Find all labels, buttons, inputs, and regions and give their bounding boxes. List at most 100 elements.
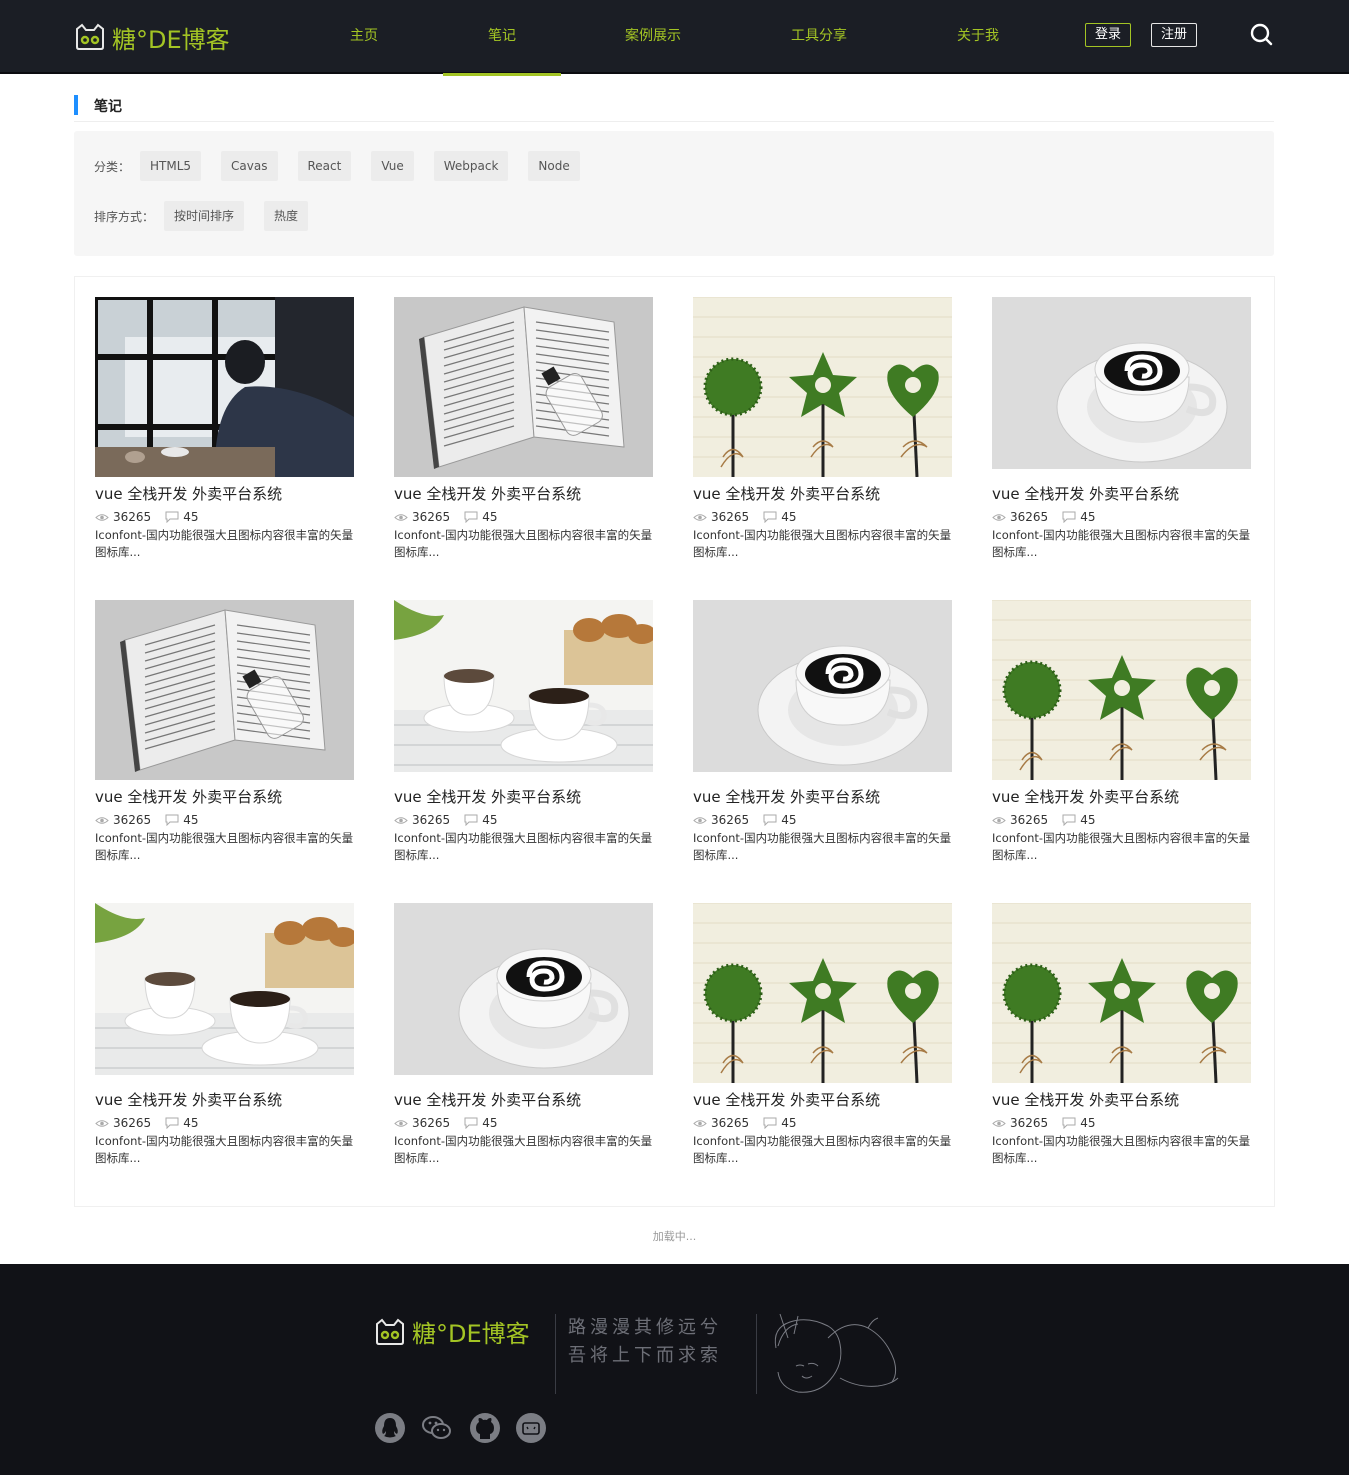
view-count: 36265 [1010,813,1049,827]
brand-name: 糖°DE博客 [112,25,230,54]
article-title[interactable]: vue 全栈开发 外卖平台系统 [394,786,581,807]
article-meta: 36265 45 [95,1116,198,1130]
article-title[interactable]: vue 全栈开发 外卖平台系统 [394,1089,581,1110]
category-chip-cavas[interactable]: Cavas [221,151,278,181]
article-thumbnail[interactable] [394,600,653,772]
category-filter-row: 分类： HTML5 Cavas React Vue Webpack Node [94,151,600,181]
nav-cases[interactable]: 案例展示 [620,0,686,74]
article-thumbnail[interactable] [394,297,653,477]
register-button[interactable]: 注册 [1151,23,1197,47]
category-chip-webpack[interactable]: Webpack [433,151,509,181]
article-title[interactable]: vue 全栈开发 外卖平台系统 [992,786,1179,807]
article-description: Iconfont-国内功能很强大且图标内容很丰富的矢量图标库... [95,831,354,862]
article-card[interactable]: vue 全栈开发 外卖平台系统 36265 45 Iconfont-国内功能很强大… [992,903,1252,1173]
category-chip-vue[interactable]: Vue [371,151,414,181]
article-title[interactable]: vue 全栈开发 外卖平台系统 [394,483,581,504]
article-thumbnail[interactable] [693,903,952,1083]
article-card[interactable]: vue 全栈开发 外卖平台系统 36265 45 Iconfont-国内功能很强大… [95,297,355,567]
view-count: 36265 [412,813,451,827]
article-title[interactable]: vue 全栈开发 外卖平台系统 [693,483,880,504]
category-chip-react[interactable]: React [297,151,352,181]
article-title[interactable]: vue 全栈开发 外卖平台系统 [95,1089,282,1110]
article-card[interactable]: vue 全栈开发 外卖平台系统 36265 45 Iconfont-国内功能很强大… [394,903,654,1173]
article-title[interactable]: vue 全栈开发 外卖平台系统 [95,483,282,504]
article-card[interactable]: vue 全栈开发 外卖平台系统 36265 45 Iconfont-国内功能很强大… [394,600,654,870]
comment-count: 45 [1080,510,1096,524]
comment-icon [464,511,478,523]
article-card[interactable]: vue 全栈开发 外卖平台系统 36265 45 Iconfont-国内功能很强大… [693,297,953,567]
view-count: 36265 [113,1116,152,1130]
article-title[interactable]: vue 全栈开发 外卖平台系统 [992,1089,1179,1110]
comment-count: 45 [781,1116,797,1130]
bilibili-icon[interactable] [515,1412,547,1444]
nav-home[interactable]: 主页 [343,0,385,74]
article-card[interactable]: vue 全栈开发 外卖平台系统 36265 45 Iconfont-国内功能很强大… [394,297,654,567]
nav-about[interactable]: 关于我 [952,0,1004,74]
article-thumbnail[interactable] [95,297,354,477]
article-title[interactable]: vue 全栈开发 外卖平台系统 [693,786,880,807]
comment-count: 45 [1080,1116,1096,1130]
view-count: 36265 [1010,510,1049,524]
views-icon [693,816,707,824]
poem-line-1: 路漫漫其修远兮 [568,1317,722,1338]
view-count: 36265 [412,510,451,524]
article-thumbnail[interactable] [394,903,653,1075]
sort-by-hot-chip[interactable]: 热度 [264,201,309,231]
article-thumbnail[interactable] [992,600,1251,780]
category-chip-html5[interactable]: HTML5 [140,151,202,181]
views-icon [992,1119,1006,1127]
footer-cat-logo-icon [376,1318,404,1345]
nav-tools[interactable]: 工具分享 [786,0,852,74]
nav-notes[interactable]: 笔记 [443,0,561,76]
views-icon [95,1119,109,1127]
section-title: 笔记 [94,99,122,115]
article-card[interactable]: vue 全栈开发 外卖平台系统 36265 45 Iconfont-国内功能很强大… [992,297,1252,567]
footer-logo[interactable]: 糖°DE博客 [374,1314,530,1349]
views-icon [992,513,1006,521]
top-nav-bar: 糖°DE博客 主页 笔记 案例展示 工具分享 关于我 登录 注册 [0,0,1349,76]
article-card[interactable]: vue 全栈开发 外卖平台系统 36265 45 Iconfont-国内功能很强大… [693,600,953,870]
article-grid: vue 全栈开发 外卖平台系统 36265 45 Iconfont-国内功能很强大… [74,276,1275,1207]
article-thumbnail[interactable] [992,297,1251,469]
views-icon [95,816,109,824]
article-description: Iconfont-国内功能很强大且图标内容很丰富的矢量图标库... [693,831,952,862]
article-description: Iconfont-国内功能很强大且图标内容很丰富的矢量图标库... [693,528,952,559]
github-icon[interactable] [469,1412,501,1444]
comment-icon [165,814,179,826]
site-logo[interactable]: 糖°DE博客 [74,20,230,54]
article-card[interactable]: vue 全栈开发 外卖平台系统 36265 45 Iconfont-国内功能很强大… [95,600,355,870]
category-chip-node[interactable]: Node [528,151,580,181]
article-description: Iconfont-国内功能很强大且图标内容很丰富的矢量图标库... [95,528,354,559]
qq-icon[interactable] [374,1412,406,1444]
wechat-icon[interactable] [421,1412,453,1444]
article-card[interactable]: vue 全栈开发 外卖平台系统 36265 45 Iconfont-国内功能很强大… [693,903,953,1173]
article-meta: 36265 45 [394,813,497,827]
comment-count: 45 [1080,813,1096,827]
article-meta: 36265 45 [992,510,1095,524]
article-description: Iconfont-国内功能很强大且图标内容很丰富的矢量图标库... [992,831,1251,862]
article-description: Iconfont-国内功能很强大且图标内容很丰富的矢量图标库... [394,831,653,862]
sort-by-time-chip[interactable]: 按时间排序 [164,201,245,231]
article-thumbnail[interactable] [992,903,1251,1083]
article-title[interactable]: vue 全栈开发 外卖平台系统 [992,483,1179,504]
comment-icon [1062,814,1076,826]
article-card[interactable]: vue 全栈开发 外卖平台系统 36265 45 Iconfont-国内功能很强大… [992,600,1252,870]
search-icon[interactable] [1249,22,1273,46]
view-count: 36265 [1010,1116,1049,1130]
article-thumbnail[interactable] [693,297,952,477]
article-meta: 36265 45 [693,510,796,524]
article-title[interactable]: vue 全栈开发 外卖平台系统 [95,786,282,807]
comment-count: 45 [183,510,199,524]
views-icon [394,1119,408,1127]
article-description: Iconfont-国内功能很强大且图标内容很丰富的矢量图标库... [394,1134,653,1165]
footer-divider [555,1314,556,1394]
article-title[interactable]: vue 全栈开发 外卖平台系统 [693,1089,880,1110]
article-thumbnail[interactable] [693,600,952,772]
loading-text: 加载中... [652,1230,697,1243]
article-card[interactable]: vue 全栈开发 外卖平台系统 36265 45 Iconfont-国内功能很强大… [95,903,355,1173]
article-thumbnail[interactable] [95,903,354,1075]
login-button[interactable]: 登录 [1085,23,1131,47]
comment-icon [165,511,179,523]
sketch-cat-icon [774,1313,899,1393]
article-thumbnail[interactable] [95,600,354,780]
